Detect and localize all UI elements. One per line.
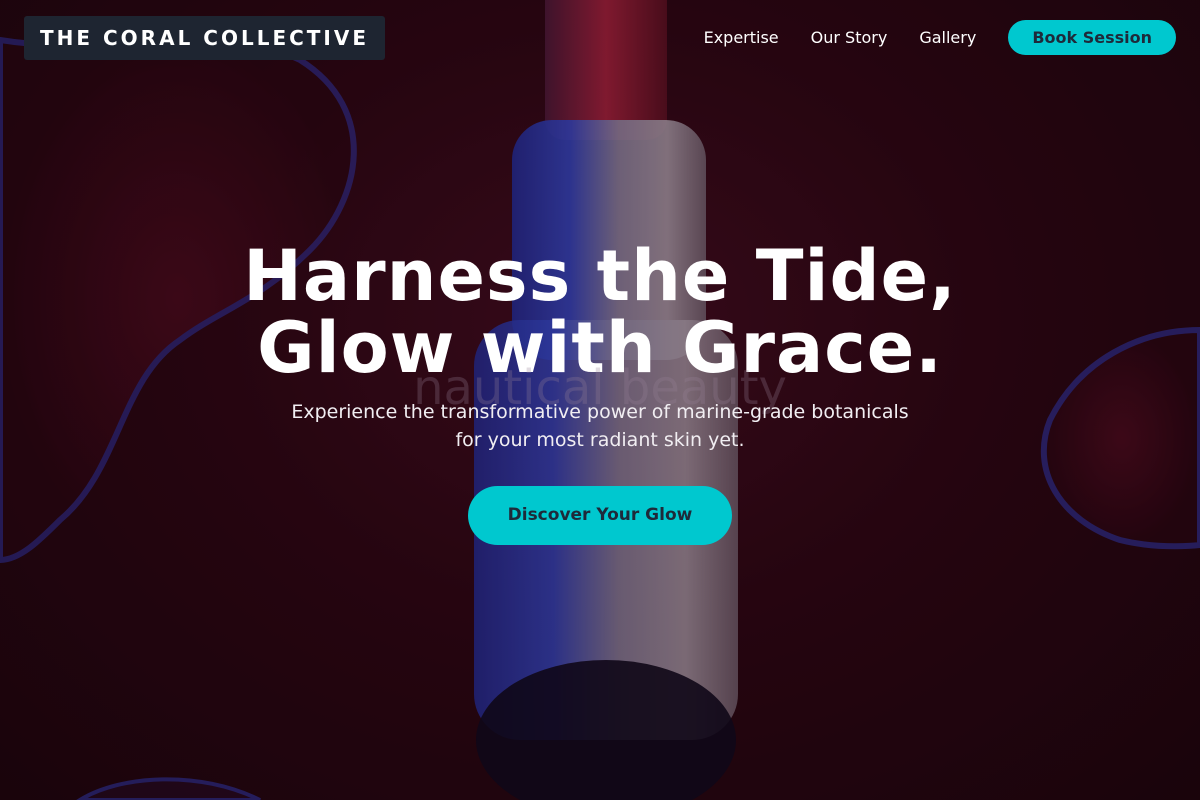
hero-subtitle: Experience the transformative power of m… (250, 398, 950, 454)
book-session-button[interactable]: Book Session (1008, 20, 1176, 55)
hero-subtitle-line-2: for your most radiant skin yet. (455, 429, 745, 451)
discover-your-glow-button[interactable]: Discover Your Glow (467, 486, 733, 545)
top-navigation: THE CORAL COLLECTIVE Expertise Our Story… (0, 0, 1200, 76)
nav-link-our-story[interactable]: Our Story (811, 20, 888, 55)
hero-section: THE CORAL COLLECTIVE Expertise Our Story… (0, 0, 1200, 800)
nav-link-gallery[interactable]: Gallery (919, 20, 976, 55)
subtitle-wrapper: nautical beauty Experience the transform… (250, 360, 950, 454)
nav-links: Expertise Our Story Gallery Book Session (704, 20, 1176, 55)
hero-subtitle-line-1: Experience the transformative power of m… (291, 401, 909, 423)
nav-link-expertise[interactable]: Expertise (704, 20, 779, 55)
hero-headline-line-1: Harness the Tide, (243, 235, 957, 317)
brand-logo[interactable]: THE CORAL COLLECTIVE (24, 16, 386, 60)
hero-content: Harness the Tide, Glow with Grace. nauti… (0, 240, 1200, 545)
